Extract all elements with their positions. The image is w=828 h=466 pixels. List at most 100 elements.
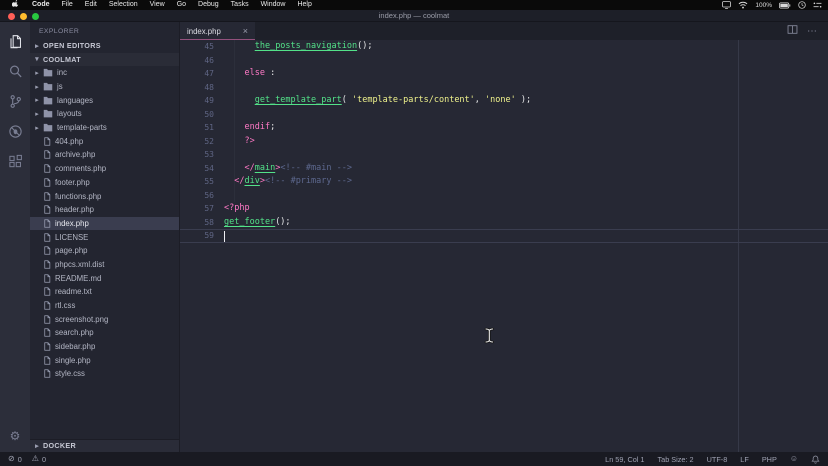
menu-item-tasks[interactable]: Tasks [225, 0, 255, 10]
file-row-layouts[interactable]: ▸layouts [30, 107, 179, 121]
file-name: template-parts [57, 123, 107, 132]
debug-icon[interactable] [0, 116, 30, 146]
file-row-phpcs-xml-dist[interactable]: phpcs.xml.dist [30, 258, 179, 272]
code-line-52: 52 ?> [180, 135, 828, 149]
file-row-license[interactable]: LICENSE [30, 230, 179, 244]
status-tab-size[interactable]: Tab Size: 2 [658, 455, 694, 464]
minimize-window-button[interactable] [20, 13, 27, 20]
tab-index-php[interactable]: index.php × [180, 22, 255, 40]
file-row-js[interactable]: ▸js [30, 80, 179, 94]
source-control-icon[interactable] [0, 86, 30, 116]
chevron-right-icon: ▸ [34, 83, 40, 91]
code-line-56: 56 [180, 189, 828, 203]
docker-section[interactable]: ▸ DOCKER [30, 439, 179, 453]
file-row-template-parts[interactable]: ▸ template-parts [30, 121, 179, 135]
control-center-icon[interactable] [813, 1, 822, 9]
status-label: LF [740, 455, 749, 464]
file-name: readme.txt [55, 287, 92, 296]
close-window-button[interactable] [8, 13, 15, 20]
menu-item-file[interactable]: File [56, 0, 79, 10]
menu-item-selection[interactable]: Selection [103, 0, 144, 10]
split-editor-icon[interactable] [787, 22, 798, 40]
status-notifications[interactable] [811, 455, 820, 464]
chevron-right-icon: ▸ [34, 124, 40, 132]
file-row-footer-php[interactable]: footer.php [30, 176, 179, 190]
file-icon [43, 315, 51, 324]
code-line-59: 59 [180, 229, 828, 243]
wifi-icon[interactable] [738, 1, 748, 9]
file-row-search-php[interactable]: search.php [30, 326, 179, 340]
line-number: 59 [180, 230, 214, 242]
file-row-readme-md[interactable]: README.md [30, 271, 179, 285]
file-icon [43, 274, 51, 283]
file-row-index-php[interactable]: index.php [30, 217, 179, 231]
display-icon[interactable] [722, 1, 731, 9]
file-row-rtl-css[interactable]: rtl.css [30, 299, 179, 313]
file-row-readme-txt[interactable]: readme.txt [30, 285, 179, 299]
line-number: 50 [180, 108, 214, 122]
file-row-header-php[interactable]: header.php [30, 203, 179, 217]
code-line-58: 58get_footer(); [180, 216, 828, 230]
file-row-screenshot-png[interactable]: screenshot.png [30, 312, 179, 326]
file-row-single-php[interactable]: single.php [30, 353, 179, 367]
file-row-sidebar-php[interactable]: sidebar.php [30, 340, 179, 354]
status-warnings[interactable]: ⚠0 [32, 455, 46, 464]
more-actions-icon[interactable]: ⋯ [807, 26, 818, 37]
code-lines: 45 the_posts_navigation();4647 else :484… [180, 40, 828, 243]
menu-item-view[interactable]: View [144, 0, 171, 10]
file-row-page-php[interactable]: page.php [30, 244, 179, 258]
file-row-languages[interactable]: ▸languages [30, 93, 179, 107]
line-text [214, 148, 224, 162]
line-text: endif; [214, 121, 275, 135]
line-number: 46 [180, 54, 214, 68]
status-cursor-position[interactable]: Ln 59, Col 1 [605, 455, 644, 464]
status-errors[interactable]: ⊘0 [8, 455, 22, 464]
files-icon[interactable] [0, 26, 30, 56]
open-editors-section[interactable]: ▸ OPEN EDITORS [30, 39, 179, 53]
line-number: 57 [180, 202, 214, 216]
zoom-window-button[interactable] [32, 13, 39, 20]
close-icon[interactable]: × [243, 27, 248, 36]
file-icon [43, 219, 51, 228]
file-name: layouts [57, 109, 82, 118]
status-encoding[interactable]: UTF-8 [707, 455, 728, 464]
chevron-right-icon: ▸ [34, 96, 40, 104]
clock-icon[interactable] [798, 1, 806, 9]
menu-item-debug[interactable]: Debug [192, 0, 225, 10]
chevron-right-icon: ▸ [34, 42, 40, 50]
file-name: functions.php [55, 192, 101, 201]
search-icon[interactable] [0, 56, 30, 86]
folder-icon [43, 123, 53, 132]
file-row-404-php[interactable]: 404.php [30, 134, 179, 148]
code-line-46: 46 [180, 54, 828, 68]
file-name: screenshot.png [55, 315, 108, 324]
menu-item-help[interactable]: Help [291, 0, 317, 10]
feedback-smiley-icon: ☺ [790, 455, 798, 463]
project-section[interactable]: ▾ COOLMAT [30, 53, 179, 67]
file-row-inc[interactable]: ▸inc [30, 66, 179, 80]
battery-icon[interactable] [779, 2, 791, 9]
extensions-icon[interactable] [0, 146, 30, 176]
status-right: Ln 59, Col 1 Tab Size: 2 UTF-8 LF PHP ☺ [605, 455, 820, 464]
status-label: PHP [762, 455, 777, 464]
menu-item-code[interactable]: Code [26, 0, 56, 10]
menu-item-edit[interactable]: Edit [79, 0, 103, 10]
menu-item-window[interactable]: Window [255, 0, 292, 10]
file-name: search.php [55, 328, 94, 337]
line-text [214, 81, 224, 95]
folder-icon [43, 68, 53, 77]
file-icon [43, 246, 51, 255]
line-text: ?> [214, 135, 255, 149]
file-row-comments-php[interactable]: comments.php [30, 162, 179, 176]
file-row-archive-php[interactable]: archive.php [30, 148, 179, 162]
line-number: 47 [180, 67, 214, 81]
status-language-mode[interactable]: PHP [762, 455, 777, 464]
file-icon [43, 192, 51, 201]
file-row-functions-php[interactable]: functions.php [30, 189, 179, 203]
status-feedback[interactable]: ☺ [790, 455, 798, 463]
status-eol[interactable]: LF [740, 455, 749, 464]
gear-icon[interactable]: ⚙ [10, 430, 21, 442]
file-row-style-css[interactable]: style.css [30, 367, 179, 381]
code-editor[interactable]: 45 the_posts_navigation();4647 else :484… [180, 40, 828, 452]
menu-item-go[interactable]: Go [171, 0, 192, 10]
